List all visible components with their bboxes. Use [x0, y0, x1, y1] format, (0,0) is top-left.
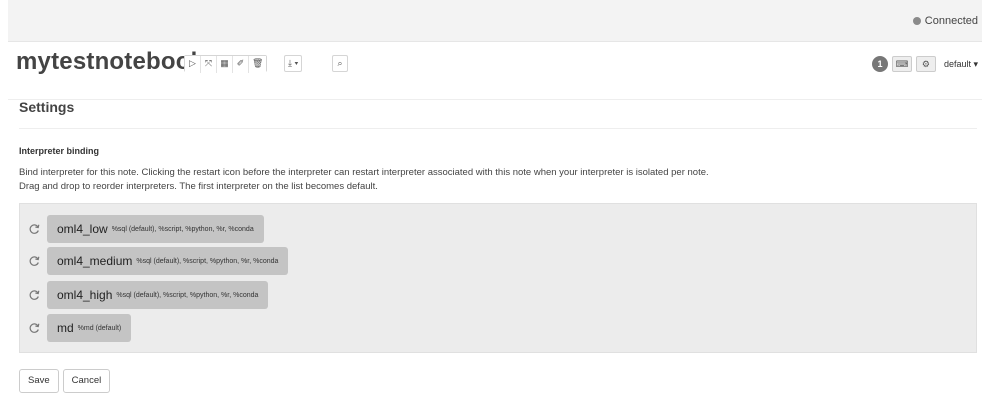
interpreter-chip[interactable]: oml4_medium %sql (default), %script, %py…: [47, 247, 289, 275]
book-icon[interactable]: ▦: [217, 55, 233, 73]
gear-icon[interactable]: ⚙: [915, 56, 936, 72]
interpreter-name: oml4_high: [57, 288, 113, 302]
play-icon[interactable]: ▷: [185, 55, 201, 73]
save-button[interactable]: Save: [19, 369, 59, 393]
interpreter-chip[interactable]: oml4_low %sql (default), %script, %pytho…: [47, 215, 264, 243]
interpreter-row: oml4_high %sql (default), %script, %pyth…: [20, 281, 269, 309]
interpreter-name: md: [57, 321, 74, 335]
export-toolbar: ⤓ ▾: [284, 54, 303, 72]
interpreter-modes: %md (default): [77, 324, 122, 332]
top-status-bar: Connected: [8, 0, 982, 42]
notification-badge[interactable]: 1: [871, 56, 888, 72]
expand-icon[interactable]: ⤧: [201, 55, 217, 73]
notebook-title[interactable]: mytestnotebook: [16, 48, 204, 76]
interpreter-name: oml4_medium: [57, 254, 133, 268]
notebook-header: mytestnotebook ▷ ⤧ ▦ ✐ 🗑 ⤓ ▾ ⌕ 1 ⌨ ⚙ def…: [8, 42, 982, 100]
cancel-button[interactable]: Cancel: [62, 369, 111, 393]
right-toolbar: 1 ⌨ ⚙ default ▾: [871, 56, 978, 72]
interpreter-modes: %sql (default), %script, %python, %r, %c…: [136, 257, 279, 265]
connection-status-label: Connected: [924, 15, 978, 27]
notebook-actions-group: ▷ ⤧ ▦ ✐ 🗑: [184, 54, 268, 73]
interpreter-row: md %md (default): [20, 314, 132, 342]
interpreter-name: oml4_low: [57, 222, 108, 236]
interpreter-modes: %sql (default), %script, %python, %r, %c…: [116, 291, 259, 299]
status-dot-icon: [912, 17, 921, 25]
interpreter-binding-description: Bind interpreter for this note. Clicking…: [19, 166, 709, 194]
divider: [19, 128, 977, 129]
keyboard-icon[interactable]: ⌨: [891, 56, 912, 72]
restart-icon[interactable]: [27, 288, 41, 302]
interpreter-list: oml4_low %sql (default), %script, %pytho…: [19, 203, 977, 353]
eraser-icon[interactable]: ✐: [233, 55, 249, 73]
connection-status: Connected: [912, 15, 978, 27]
default-dropdown[interactable]: default ▾: [944, 59, 978, 70]
settings-title: Settings: [19, 99, 75, 115]
search-toolbar: ⌕: [332, 54, 348, 72]
search-icon[interactable]: ⌕: [332, 54, 348, 72]
interpreter-chip[interactable]: oml4_high %sql (default), %script, %pyth…: [47, 281, 269, 309]
settings-actions: Save Cancel: [19, 369, 114, 393]
interpreter-modes: %sql (default), %script, %python, %r, %c…: [111, 225, 254, 233]
interpreter-binding-title: Interpreter binding: [19, 146, 100, 156]
notebook-actions-toolbar: ▷ ⤧ ▦ ✐ 🗑: [184, 54, 268, 73]
restart-icon[interactable]: [27, 321, 41, 335]
interpreter-row: oml4_low %sql (default), %script, %pytho…: [20, 215, 264, 243]
description-line-1: Bind interpreter for this note. Clicking…: [19, 167, 709, 178]
interpreter-row: oml4_medium %sql (default), %script, %py…: [20, 247, 289, 275]
export-dropdown-button[interactable]: ⤓ ▾: [284, 54, 303, 72]
interpreter-chip[interactable]: md %md (default): [47, 314, 132, 342]
trash-icon[interactable]: 🗑: [249, 55, 267, 73]
description-line-2: Drag and drop to reorder interpreters. T…: [19, 181, 378, 192]
restart-icon[interactable]: [27, 254, 41, 268]
restart-icon[interactable]: [27, 222, 41, 236]
